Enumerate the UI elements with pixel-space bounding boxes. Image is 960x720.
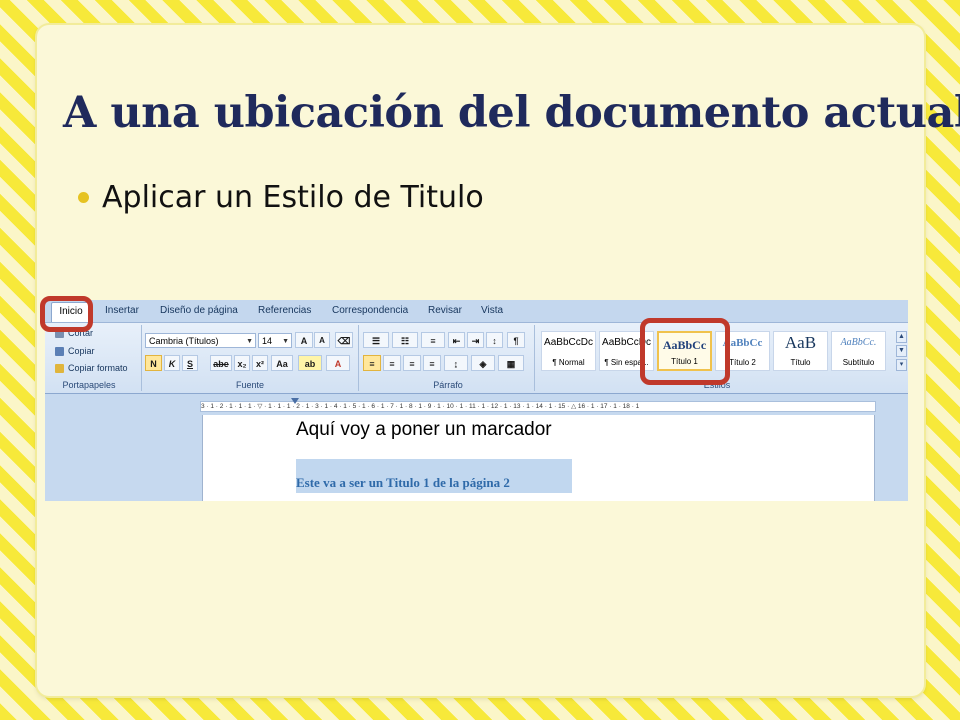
line-spacing-icon[interactable]: ↨ bbox=[444, 355, 468, 371]
copy-label: Copiar bbox=[68, 346, 95, 356]
highlight-button[interactable]: ab bbox=[298, 355, 322, 371]
show-marks-button[interactable]: ¶ bbox=[507, 332, 525, 348]
group-label-portapapeles: Portapapeles bbox=[62, 380, 116, 390]
group-label-fuente: Fuente bbox=[235, 380, 265, 390]
slide-title: A una ubicación del documento actual bbox=[63, 88, 960, 138]
styles-more-icon[interactable]: ▾ bbox=[896, 359, 907, 371]
style-sample: AaBbCcDc bbox=[544, 337, 593, 348]
style-normal[interactable]: AaBbCcDc ¶ Normal bbox=[541, 331, 596, 371]
shading-icon[interactable]: ◈ bbox=[471, 355, 495, 371]
font-family-value: Cambria (Títulos) bbox=[149, 336, 219, 346]
tab-insertar[interactable]: Insertar bbox=[105, 305, 139, 316]
superscript-button[interactable]: x² bbox=[252, 355, 268, 371]
sort-icon[interactable]: ↕ bbox=[486, 332, 503, 348]
tab-vista[interactable]: Vista bbox=[481, 305, 503, 316]
multilevel-list-icon[interactable]: ≡ bbox=[421, 332, 445, 348]
ribbon-tabs: Inicio Insertar Diseño de página Referen… bbox=[45, 300, 908, 326]
group-separator bbox=[358, 325, 359, 391]
align-left-icon[interactable]: ≡ bbox=[363, 355, 381, 371]
align-center-icon[interactable]: ≡ bbox=[383, 355, 401, 371]
styles-scroll-down-icon[interactable]: ▼ bbox=[896, 345, 907, 357]
chevron-down-icon: ▼ bbox=[246, 338, 253, 345]
copy-icon bbox=[55, 346, 64, 356]
font-size-select[interactable]: 14 ▼ bbox=[258, 333, 292, 348]
paintbrush-icon bbox=[55, 363, 64, 373]
decrease-indent-icon[interactable]: ⇤ bbox=[448, 332, 465, 348]
font-family-select[interactable]: Cambria (Títulos) ▼ bbox=[145, 333, 256, 348]
tab-revisar[interactable]: Revisar bbox=[428, 305, 462, 316]
group-label-parrafo: Párrafo bbox=[433, 380, 463, 390]
justify-icon[interactable]: ≡ bbox=[423, 355, 441, 371]
clear-format-icon[interactable]: ⌫ bbox=[335, 332, 353, 348]
tab-correspondencia[interactable]: Correspondencia bbox=[332, 305, 408, 316]
format-painter-button[interactable]: Copiar formato bbox=[55, 363, 128, 373]
callout-inicio-tab bbox=[40, 296, 93, 332]
tab-diseno-pagina[interactable]: Diseño de página bbox=[160, 305, 238, 316]
style-name: Título bbox=[790, 358, 811, 367]
selected-heading[interactable]: Este va a ser un Titulo 1 de la página 2 bbox=[296, 459, 572, 493]
chevron-down-icon: ▼ bbox=[282, 338, 289, 345]
format-painter-label: Copiar formato bbox=[68, 363, 128, 373]
grow-font-button[interactable]: A bbox=[295, 332, 313, 348]
align-right-icon[interactable]: ≡ bbox=[403, 355, 421, 371]
indent-marker-icon[interactable] bbox=[291, 398, 299, 404]
horizontal-ruler[interactable]: 3 · 1 · 2 · 1 · 1 · 1 · ▽ · 1 · 1 · 1 · … bbox=[200, 401, 876, 412]
style-name: ¶ Normal bbox=[552, 358, 585, 367]
style-name: Subtítulo bbox=[842, 358, 875, 367]
bullet-text: Aplicar un Estilo de Titulo bbox=[102, 180, 484, 215]
tab-referencias[interactable]: Referencias bbox=[258, 305, 311, 316]
borders-icon[interactable]: ▦ bbox=[498, 355, 524, 371]
bullets-icon[interactable]: ☰ bbox=[363, 332, 389, 348]
strikethrough-button[interactable]: abe bbox=[210, 355, 232, 371]
document-page[interactable]: Aquí voy a poner un marcador Este va a s… bbox=[202, 415, 875, 501]
style-sample: AaBbCc. bbox=[840, 337, 877, 348]
bold-button[interactable]: N bbox=[145, 355, 162, 371]
style-titulo[interactable]: AaB Título bbox=[773, 331, 828, 371]
ribbon: Cortar Copiar Copiar formato Portapapele… bbox=[45, 322, 908, 394]
change-case-button[interactable]: Aa bbox=[271, 355, 293, 371]
numbering-icon[interactable]: ☷ bbox=[392, 332, 418, 348]
heading-text: Este va a ser un Titulo 1 de la página 2 bbox=[296, 475, 510, 490]
document-line[interactable]: Aquí voy a poner un marcador bbox=[296, 419, 552, 441]
italic-button[interactable]: K bbox=[164, 355, 180, 371]
underline-button[interactable]: S bbox=[182, 355, 198, 371]
copy-button[interactable]: Copiar bbox=[55, 346, 95, 356]
subscript-button[interactable]: x₂ bbox=[234, 355, 250, 371]
word-screenshot: Inicio Insertar Diseño de página Referen… bbox=[45, 300, 908, 501]
group-separator bbox=[534, 325, 535, 391]
font-color-button[interactable]: A bbox=[326, 355, 350, 371]
font-size-value: 14 bbox=[262, 336, 273, 346]
bullet-item: Aplicar un Estilo de Titulo bbox=[78, 180, 484, 215]
bullet-dot-icon bbox=[78, 192, 89, 203]
styles-scroll-up-icon[interactable]: ▲ bbox=[896, 331, 907, 343]
shrink-font-button[interactable]: A bbox=[314, 332, 330, 348]
style-subtitulo[interactable]: AaBbCc. Subtítulo bbox=[831, 331, 886, 371]
style-sample: AaB bbox=[784, 333, 817, 352]
group-separator bbox=[141, 325, 142, 391]
callout-titulo-1-style bbox=[640, 318, 730, 385]
increase-indent-icon[interactable]: ⇥ bbox=[467, 332, 484, 348]
ruler-ticks: 3 · 1 · 2 · 1 · 1 · 1 · ▽ · 1 · 1 · 1 · … bbox=[201, 403, 640, 410]
